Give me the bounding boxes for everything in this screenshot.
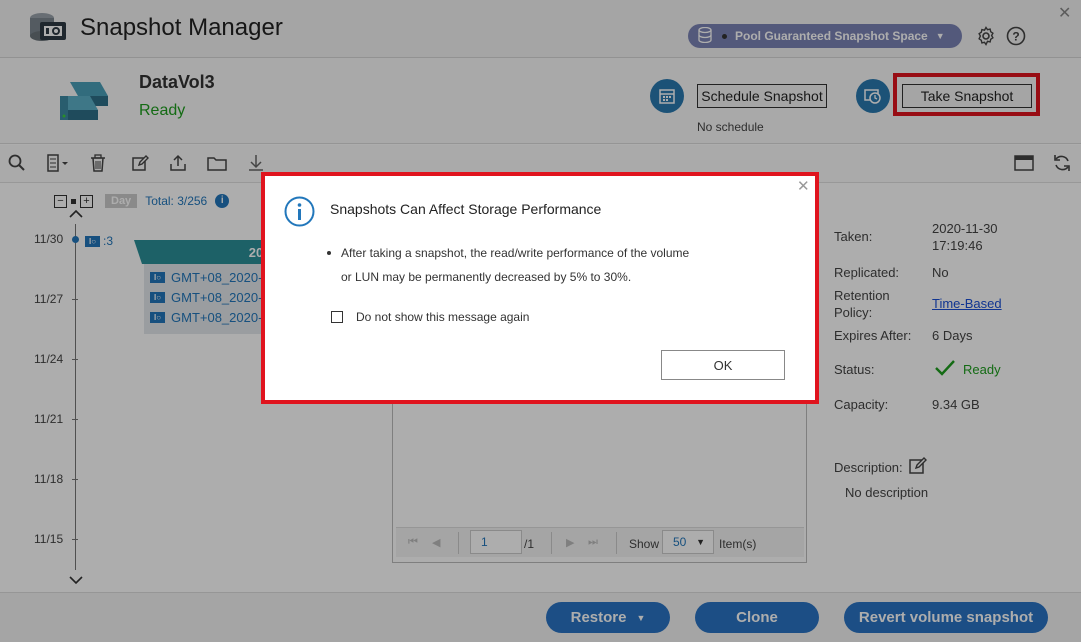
info-icon [284,196,315,227]
bullet [327,251,331,255]
dont-show-checkbox[interactable] [331,311,343,323]
dialog-message: or LUN may be permanently decreased by 5… [341,270,632,284]
dont-show-label[interactable]: Do not show this message again [356,310,529,324]
dialog-close-icon[interactable]: ✕ [797,177,810,195]
dialog-message: After taking a snapshot, the read/write … [341,246,690,260]
ok-button[interactable]: OK [661,350,785,380]
dialog-title: Snapshots Can Affect Storage Performance [330,201,602,217]
